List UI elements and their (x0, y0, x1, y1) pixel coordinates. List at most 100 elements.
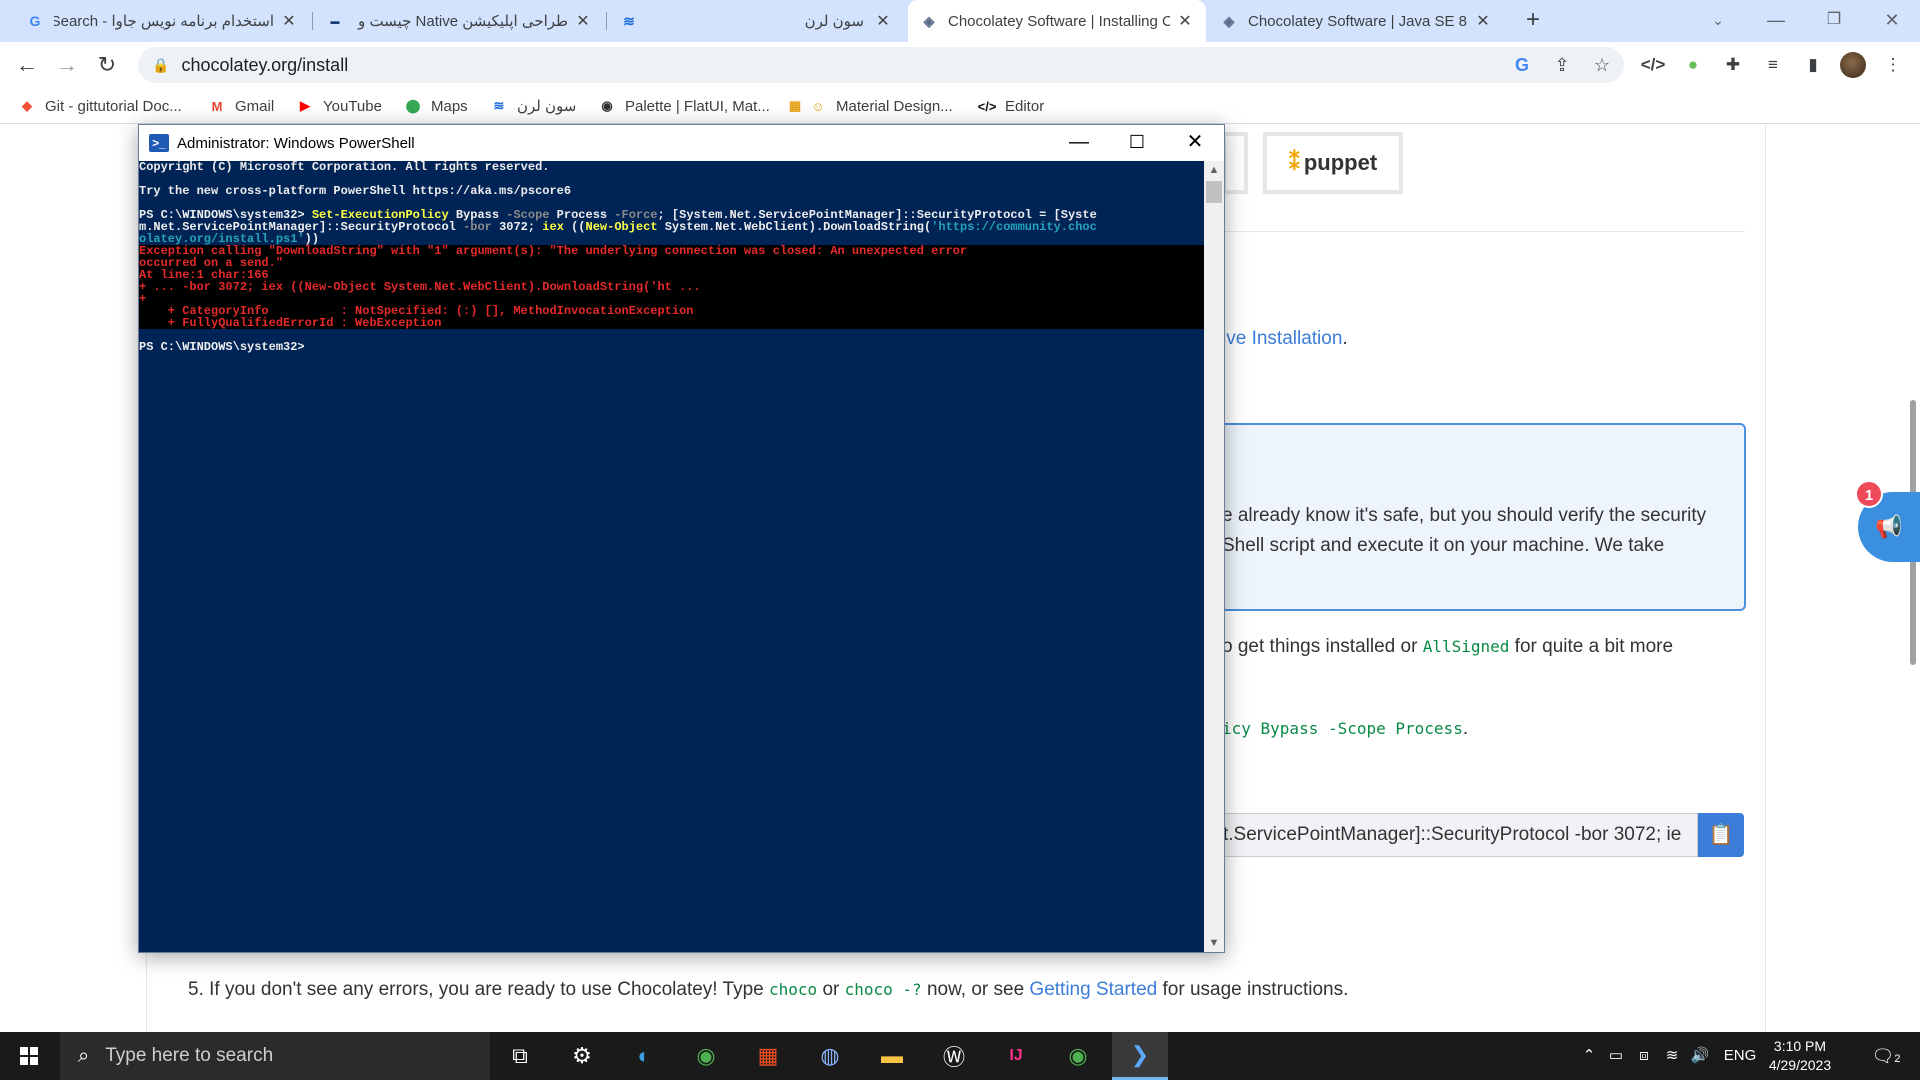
reading-list-icon[interactable]: ≡ (1756, 48, 1790, 82)
minimize-icon[interactable]: — (1748, 0, 1804, 42)
forward-arrow-icon[interactable]: → (52, 50, 82, 80)
bookmark-label: Palette | FlatUI, Mat... (625, 97, 770, 115)
close-window-icon[interactable]: ✕ (1864, 0, 1920, 42)
scroll-down-icon[interactable]: ▼ (1204, 934, 1224, 952)
text: for quite a bit more (1509, 636, 1674, 657)
sevenlearn-icon: ≋ (493, 98, 505, 113)
store-icon[interactable]: ▦ (740, 1032, 796, 1080)
tab-search-chevron-icon[interactable]: ⌄ (1690, 0, 1746, 42)
error-line: + ... -bor 3072; iex ((New-Object System… (139, 280, 701, 294)
bookmark-label: Gmail (235, 97, 275, 115)
intellij-icon[interactable]: IJ (988, 1032, 1044, 1080)
extension-circle-icon[interactable]: ● (1676, 48, 1710, 82)
string: 'https://community.choc (931, 220, 1097, 234)
tab-sevenlearn[interactable]: ≋ سون لرن ✕ (608, 0, 904, 42)
native-installation-link[interactable]: ive Installation (1222, 328, 1342, 349)
tab-chocolatey-java[interactable]: ◈ Chocolatey Software | Java SE 8.0 ✕ (1208, 0, 1504, 42)
profile-avatar[interactable] (1840, 52, 1866, 78)
divider (1210, 231, 1745, 232)
new-tab-button[interactable]: + (1520, 8, 1546, 34)
google-lens-icon[interactable]: G (1505, 48, 1539, 82)
side-panel-icon[interactable]: ▮ (1796, 48, 1830, 82)
share-icon[interactable]: ⇪ (1545, 48, 1579, 82)
extensions-puzzle-icon[interactable]: ✚ (1716, 48, 1750, 82)
search-icon: ⌕ (78, 1044, 90, 1067)
wifi-icon[interactable]: ≋ (1660, 1032, 1684, 1080)
bookmark-label: Maps (431, 97, 468, 115)
console-output[interactable]: Copyright (C) Microsoft Corporation. All… (139, 161, 1204, 952)
settings-gear-icon[interactable]: ⚙ (554, 1032, 610, 1080)
code-extension-icon[interactable]: </> (1636, 48, 1670, 82)
maximize-icon[interactable]: ☐ (1108, 125, 1166, 161)
getting-started-link[interactable]: Getting Started (1029, 979, 1157, 1000)
bookmarks-bar: ◆ Git - gittutorial Doc... M Gmail ▶ You… (0, 88, 1920, 124)
tab-chocolatey-install[interactable]: ◈ Chocolatey Software | Installing C ✕ (908, 0, 1206, 42)
bookmark-palette[interactable]: ◉ Palette | FlatUI, Mat... (598, 95, 770, 117)
copy-clipboard-button[interactable]: 📋 (1698, 813, 1744, 857)
scroll-up-icon[interactable]: ▲ (1204, 161, 1224, 179)
powershell-taskbar-icon[interactable]: ❯ (1112, 1032, 1168, 1080)
allsigned-line: o get things installed or AllSigned for … (1222, 636, 1673, 658)
tray-chevron-icon[interactable]: ⌃ (1578, 1032, 1600, 1080)
address-bar[interactable]: 🔒 chocolatey.org/install (138, 47, 1624, 83)
alert-text-line-2: Shell script and execute it on your mach… (1222, 535, 1665, 556)
bookmark-sevenlearn[interactable]: ≋ سون لرن (490, 95, 577, 117)
powershell-window: >_ Administrator: Windows PowerShell — ☐… (138, 124, 1225, 953)
word-app-icon[interactable]: Ⓦ (926, 1032, 982, 1080)
browser-tab-strip: G استخدام برنامه نویس جاوا - Search ✕ ▬ … (0, 0, 1920, 42)
arg: 3072; (491, 220, 543, 234)
minimize-icon[interactable]: — (1050, 125, 1108, 161)
console-line: Try the new cross-platform PowerShell ht… (139, 184, 572, 198)
file-explorer-icon[interactable]: ▬ (864, 1032, 920, 1080)
task-view-icon[interactable]: ⧉ (492, 1032, 548, 1080)
taskbar-clock[interactable]: 3:10 PM 4/29/2023 (1760, 1037, 1840, 1075)
action-center-icon[interactable]: 🗨2 (1866, 1032, 1906, 1080)
console-scrollbar[interactable]: ▲ ▼ (1204, 161, 1224, 952)
close-tab-icon[interactable]: ✕ (574, 11, 592, 31)
meet-now-icon[interactable]: ⧈ (1632, 1032, 1656, 1080)
bookmark-git[interactable]: ◆ Git - gittutorial Doc... (18, 95, 182, 117)
start-button[interactable] (0, 1032, 58, 1080)
bookmark-editor[interactable]: </> Editor (977, 95, 1045, 117)
close-tab-icon[interactable]: ✕ (280, 11, 298, 31)
google-icon: G (29, 13, 41, 29)
search-placeholder: Type here to search (105, 1045, 274, 1066)
reload-icon[interactable]: ↻ (92, 50, 122, 80)
error-block: Exception calling "DownloadString" with … (139, 245, 1204, 329)
install-command-field[interactable]: t.ServicePointManager]::SecurityProtocol… (1210, 813, 1698, 857)
volume-icon[interactable]: 🔊 (1688, 1032, 1712, 1080)
taskbar-search-box[interactable]: ⌕ Type here to search (60, 1032, 490, 1080)
step-5-text: 5. If you don't see any errors, you are … (188, 979, 1348, 1001)
close-window-icon[interactable]: ✕ (1166, 125, 1224, 161)
close-tab-icon[interactable]: ✕ (1176, 11, 1194, 31)
clipboard-icon: 📋 (1708, 824, 1734, 846)
cmdlet: New-Object (585, 220, 658, 234)
battery-icon[interactable]: ▭ (1604, 1032, 1628, 1080)
bookmark-material-design[interactable]: ▦ ☺ Material Design... (786, 95, 953, 117)
globe-icon: ◉ (601, 98, 613, 113)
tab-search[interactable]: G استخدام برنامه نویس جاوا - Search ✕ (14, 0, 310, 42)
bookmark-youtube[interactable]: ▶ YouTube (296, 95, 382, 117)
git-icon: ◆ (22, 98, 32, 113)
code-icon: </> (977, 98, 997, 114)
language-indicator[interactable]: ENG (1720, 1032, 1760, 1080)
tab-title: Chocolatey Software | Installing C (948, 12, 1170, 30)
tab-native-app[interactable]: ▬ طراحی اپلیکیشن Native چیست و چ ✕ (314, 0, 604, 42)
edge-icon[interactable]: ◐ (616, 1032, 672, 1080)
notification-count: 2 (1894, 1053, 1901, 1065)
bookmark-star-icon[interactable]: ☆ (1585, 48, 1619, 82)
close-tab-icon[interactable]: ✕ (874, 11, 892, 31)
bookmark-maps[interactable]: ⬤ Maps (404, 95, 468, 117)
choco-code: choco (769, 980, 818, 999)
menu-kebab-icon[interactable]: ⋮ (1876, 48, 1910, 82)
close-tab-icon[interactable]: ✕ (1474, 11, 1492, 31)
site-favicon-icon: ▬ (330, 16, 340, 26)
puppet-icon: ⁑ (1288, 150, 1300, 175)
photos-icon[interactable]: ◍ (802, 1032, 858, 1080)
scroll-thumb[interactable] (1206, 181, 1222, 203)
bookmark-gmail[interactable]: M Gmail (208, 95, 275, 117)
back-arrow-icon[interactable]: ← (12, 50, 42, 80)
restore-icon[interactable]: ❐ (1806, 0, 1862, 42)
chrome-icon[interactable]: ◉ (678, 1032, 734, 1080)
chrome-active-icon[interactable]: ◉ (1050, 1032, 1106, 1080)
